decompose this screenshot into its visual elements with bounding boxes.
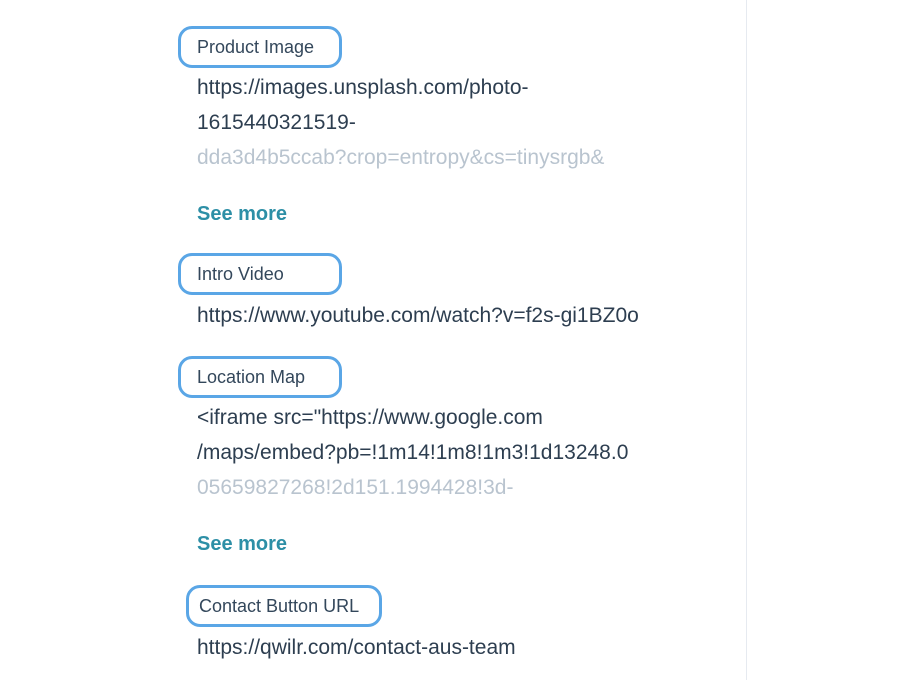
field-label-text: Product Image	[197, 36, 315, 57]
field-label-product-image: Product Image	[178, 26, 342, 68]
field-value-intro-video: https://www.youtube.com/watch?v=f2s-gi1B…	[197, 298, 639, 333]
value-line-faded: dda3d4b5ccab?crop=entropy&cs=tinysrgb&	[197, 146, 605, 169]
field-value-product-image: https://images.unsplash.com/photo- 16154…	[197, 70, 604, 175]
properties-panel: Product Image https://images.unsplash.co…	[0, 0, 747, 680]
field-label-contact-button-url: Contact Button URL	[186, 585, 382, 627]
field-label-location-map: Location Map	[178, 356, 342, 398]
field-label-text: Intro Video	[197, 263, 284, 284]
value-line: https://qwilr.com/contact-aus-team	[197, 636, 516, 659]
field-label-intro-video: Intro Video	[178, 253, 342, 295]
field-label-text: Location Map	[197, 366, 306, 387]
right-side-area	[747, 0, 916, 680]
field-value-location-map: <iframe src="https://www.google.com /map…	[197, 400, 628, 505]
field-label-text: Contact Button URL	[199, 595, 360, 616]
see-more-link-location-map[interactable]: See more	[197, 533, 287, 556]
value-line: <iframe src="https://www.google.com	[197, 406, 543, 429]
value-line: 1615440321519-	[197, 111, 356, 134]
see-more-link-product-image[interactable]: See more	[197, 203, 287, 226]
field-value-contact-button-url: https://qwilr.com/contact-aus-team	[197, 630, 516, 665]
value-line: https://images.unsplash.com/photo-	[197, 76, 529, 99]
value-line-faded: 05659827268!2d151.1994428!3d-	[197, 476, 514, 499]
value-line: https://www.youtube.com/watch?v=f2s-gi1B…	[197, 304, 639, 327]
value-line: /maps/embed?pb=!1m14!1m8!1m3!1d13248.0	[197, 441, 629, 464]
